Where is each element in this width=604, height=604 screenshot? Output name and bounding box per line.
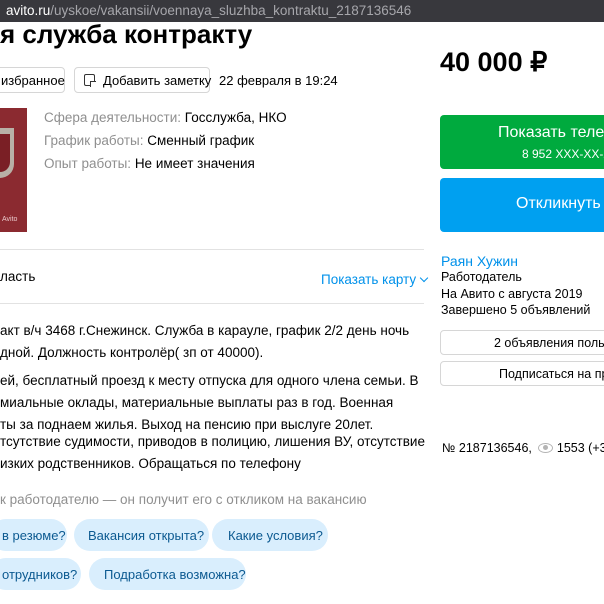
param-field-value: Госслужба, НКО bbox=[184, 110, 287, 125]
add-to-favorites-button[interactable]: избранное bbox=[0, 67, 65, 93]
param-experience-value: Не имеет значения bbox=[134, 156, 255, 171]
seller-ads-button[interactable]: 2 объявления пользо bbox=[440, 330, 604, 355]
note-icon bbox=[84, 74, 96, 87]
listing-title: я служба контракту bbox=[0, 19, 253, 49]
location-region: ласть bbox=[0, 269, 36, 284]
respond-button[interactable]: Откликнуть bbox=[440, 178, 604, 232]
url-text[interactable]: avito.ru/uyskoe/vakansii/voennaya_sluzhb… bbox=[6, 3, 411, 18]
listing-photo[interactable]: Avito bbox=[0, 108, 27, 232]
chevron-down-icon bbox=[419, 273, 429, 283]
seller-ads-label: 2 объявления пользо bbox=[494, 336, 604, 350]
add-note-label: Добавить заметку bbox=[103, 73, 212, 88]
show-phone-button[interactable]: Показать теле 8 952 XXX-XX-Х bbox=[440, 115, 604, 169]
description-line: миальные оклады, материальные выплаты ра… bbox=[0, 395, 394, 410]
question-chip-label: в резюме? bbox=[2, 528, 66, 543]
view-count: 1553 (+3) bbox=[556, 441, 604, 455]
param-field: Сфера деятельности: Госслужба, НКО bbox=[44, 110, 287, 125]
question-chip-employees[interactable]: отрудников? bbox=[0, 558, 81, 590]
seller-role: Работодатель bbox=[441, 270, 522, 284]
add-note-button[interactable]: Добавить заметку bbox=[74, 67, 212, 93]
question-chip-resume[interactable]: в резюме? bbox=[0, 519, 67, 551]
show-map-link[interactable]: Показать карту bbox=[321, 272, 429, 287]
param-schedule-value: Сменный график bbox=[147, 133, 255, 148]
phone-number: 8 952 XXX-XX-Х bbox=[522, 147, 604, 161]
subscribe-button[interactable]: Подписаться на про bbox=[440, 361, 604, 386]
question-chip-label: Подработка возможна? bbox=[104, 567, 246, 582]
question-chip-side-job[interactable]: Подработка возможна? bbox=[89, 558, 246, 590]
url-host: avito.ru bbox=[6, 3, 51, 18]
seller-name-link[interactable]: Раян Хужин bbox=[441, 253, 518, 269]
ad-meta: № 2187136546, 1553 (+3) bbox=[442, 441, 604, 455]
question-chip-label: Вакансия открыта? bbox=[88, 528, 205, 543]
param-experience: Опыт работы: Не имеет значения bbox=[44, 156, 255, 171]
subscribe-label: Подписаться на про bbox=[499, 367, 604, 381]
param-schedule-key: График работы: bbox=[44, 133, 144, 148]
posted-date: 22 февраля в 19:24 bbox=[219, 73, 338, 88]
favorites-label: избранное bbox=[1, 73, 65, 88]
eye-icon bbox=[537, 443, 553, 453]
description-line: тсутствие судимости, приводов в полицию,… bbox=[0, 434, 425, 449]
description-line: ты за поднаем жилья. Выход на пенсию при… bbox=[0, 417, 374, 432]
param-schedule: График работы: Сменный график bbox=[44, 133, 254, 148]
seller-since: На Авито с августа 2019 bbox=[441, 287, 583, 301]
question-chip-label: отрудников? bbox=[2, 567, 78, 582]
param-field-key: Сфера деятельности: bbox=[44, 110, 182, 125]
question-chip-label: Какие условия? bbox=[228, 528, 323, 543]
respond-label: Откликнуть bbox=[516, 195, 601, 212]
ad-number: № 2187136546, bbox=[442, 441, 532, 455]
question-chip-vacancy-open[interactable]: Вакансия открыта? bbox=[74, 519, 209, 551]
price: 40 000 ₽ bbox=[440, 47, 548, 77]
divider bbox=[0, 249, 424, 250]
param-experience-key: Опыт работы: bbox=[44, 156, 132, 171]
description-line: дной. Должность контролёр( зп от 40000). bbox=[0, 345, 264, 360]
question-hint: к работодателю — он получит его с отклик… bbox=[0, 492, 367, 507]
seller-completed: Завершено 5 объявлений bbox=[441, 303, 591, 317]
emblem-shield-inner bbox=[0, 134, 10, 172]
description-line: изких родственников. Обращаться по телеф… bbox=[0, 456, 301, 471]
divider bbox=[0, 303, 424, 304]
question-chip-conditions[interactable]: Какие условия? bbox=[212, 519, 328, 551]
show-map-label: Показать карту bbox=[321, 272, 417, 287]
url-path: /uyskoe/vakansii/voennaya_sluzhba_kontra… bbox=[50, 3, 412, 18]
photo-watermark: Avito bbox=[2, 216, 18, 223]
description-line: акт в/ч 3468 г.Снежинск. Служба в караул… bbox=[0, 323, 410, 338]
show-phone-label: Показать теле bbox=[498, 124, 604, 141]
description-line: ей, бесплатный проезд к месту отпуска дл… bbox=[0, 373, 419, 388]
